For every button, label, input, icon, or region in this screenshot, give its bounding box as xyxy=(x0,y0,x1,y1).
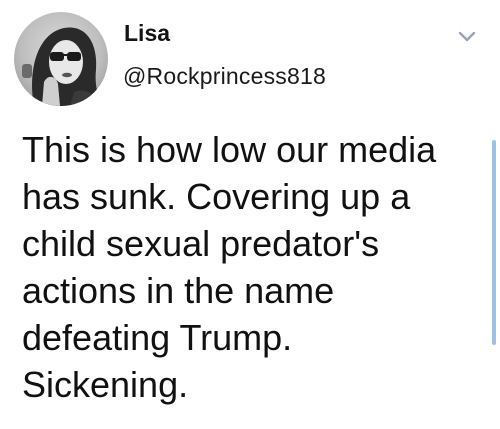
tweet-text-line: child sexual predator's xyxy=(22,223,380,264)
author-display-name[interactable]: Lisa xyxy=(124,19,170,47)
tweet-text: This is how low our media has sunk. Cove… xyxy=(22,126,487,408)
author-handle[interactable]: @Rockprincess818 xyxy=(123,62,326,90)
tweet-text-line: has sunk. Covering up a xyxy=(22,176,411,217)
tweet-text-line: defeating Trump. xyxy=(22,317,293,358)
chevron-down-icon[interactable] xyxy=(455,24,479,48)
tweet-text-line: actions in the name xyxy=(22,270,335,311)
tweet-card: Lisa @Rockprincess818 This is how low ou… xyxy=(0,0,500,429)
avatar[interactable] xyxy=(14,12,108,106)
tweet-text-line: This is how low our media xyxy=(22,129,437,170)
profile-photo-icon xyxy=(22,27,102,106)
tweet-text-line: Sickening. xyxy=(22,364,189,405)
scrollbar[interactable] xyxy=(492,140,496,345)
